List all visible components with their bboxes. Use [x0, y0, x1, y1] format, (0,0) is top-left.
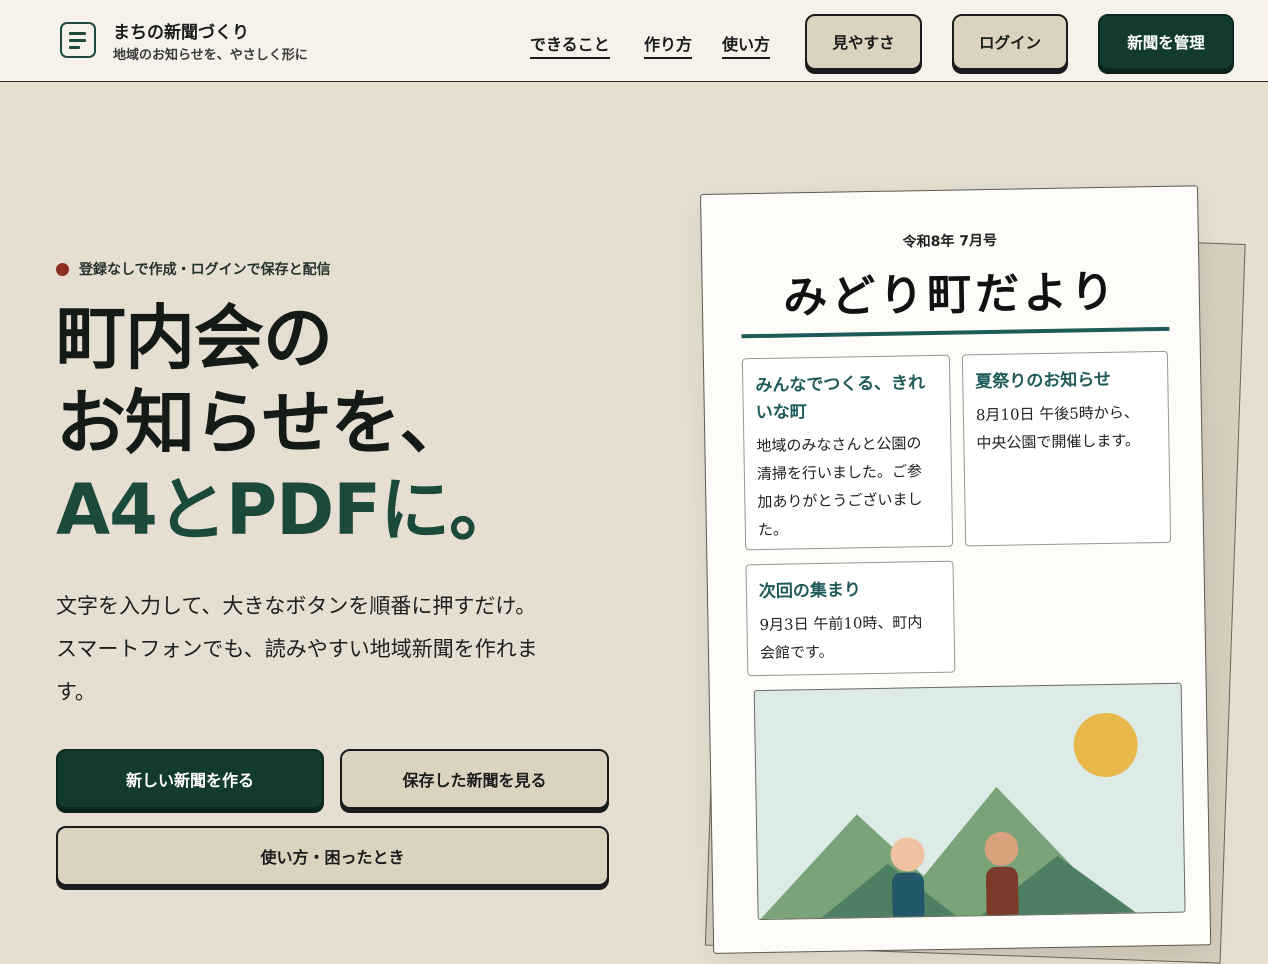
brand-subtitle: 地域のお知らせを、やさしく形に — [113, 48, 308, 63]
hero-lead-line-3: す。 — [56, 680, 96, 704]
hero-headline-line-1: 町内会の — [56, 297, 333, 379]
hero-headline-line-3: A4とPDFに。 — [56, 469, 519, 551]
article-body: 地域のみなさんと公園の 清掃を行いました。ご参 加ありがとうございまし た。 — [756, 434, 923, 539]
issue-date: 令和8年 7月号 — [902, 232, 998, 251]
brand-title[interactable]: まちの新聞づくり — [113, 18, 249, 43]
person-body-left — [892, 872, 925, 921]
nav-link-features[interactable]: できること — [530, 31, 610, 59]
hero-lead-line-1: 文字を入力して、大きなボタンを順番に押すだけ。 — [56, 594, 537, 618]
community-illustration — [753, 682, 1186, 921]
newspaper-preview: 令和8年 7月号 みどり町だより みんなでつくる、きれ いな町 地域のみなさんと公… — [700, 185, 1212, 954]
login-button[interactable]: ログイン — [952, 14, 1068, 70]
person-body-right — [985, 866, 1019, 921]
nav-link-usage[interactable]: 使い方 — [722, 31, 771, 59]
manage-newspaper-button[interactable]: 新聞を管理 — [1098, 14, 1234, 70]
title-rule — [741, 326, 1170, 339]
article-heading: みんなでつくる、きれ いな町 — [755, 373, 926, 424]
newspaper-title: みどり町だより — [782, 266, 1119, 324]
view-saved-newspapers-button[interactable]: 保存した新聞を見る — [340, 749, 609, 809]
hero-lead-line-2: スマートフォンでも、読みやすい地域新聞を作れま — [56, 637, 538, 661]
mountains-people-illustration — [758, 713, 1139, 921]
nav-link-howto-make[interactable]: 作り方 — [644, 31, 693, 59]
sun-icon — [1073, 713, 1138, 778]
article-card: みんなでつくる、きれ いな町 地域のみなさんと公園の 清掃を行いました。ご参 加あ… — [741, 354, 954, 551]
article-body: 9月3日 午前10時、町内 会館です。 — [759, 613, 923, 662]
hero-badge: 登録なしで作成・ログインで保存と配信 — [56, 259, 331, 279]
article-body: 8月10日 午後5時から、 中央公園で開催します。 — [975, 403, 1141, 453]
newspaper-lines-icon[interactable] — [60, 22, 96, 58]
article-card: 次回の集まり 9月3日 午前10時、町内 会館です。 — [745, 560, 956, 677]
hero-badge-text: 登録なしで作成・ログインで保存と配信 — [79, 262, 331, 278]
article-heading: 夏祭りのお知らせ — [975, 369, 1112, 393]
create-new-newspaper-button[interactable]: 新しい新聞を作る — [56, 749, 324, 809]
accessibility-button[interactable]: 見やすさ — [805, 14, 922, 70]
article-card: 夏祭りのお知らせ 8月10日 午後5時から、 中央公園で開催します。 — [961, 350, 1172, 547]
help-button[interactable]: 使い方・困ったとき — [56, 826, 609, 886]
hero-headline-line-2: お知らせを、 — [56, 382, 470, 464]
site-header: まちの新聞づくり 地域のお知らせを、やさしく形に できること 作り方 使い方 見… — [0, 0, 1268, 82]
article-heading: 次回の集まり — [758, 580, 862, 603]
status-dot-icon — [56, 262, 69, 276]
